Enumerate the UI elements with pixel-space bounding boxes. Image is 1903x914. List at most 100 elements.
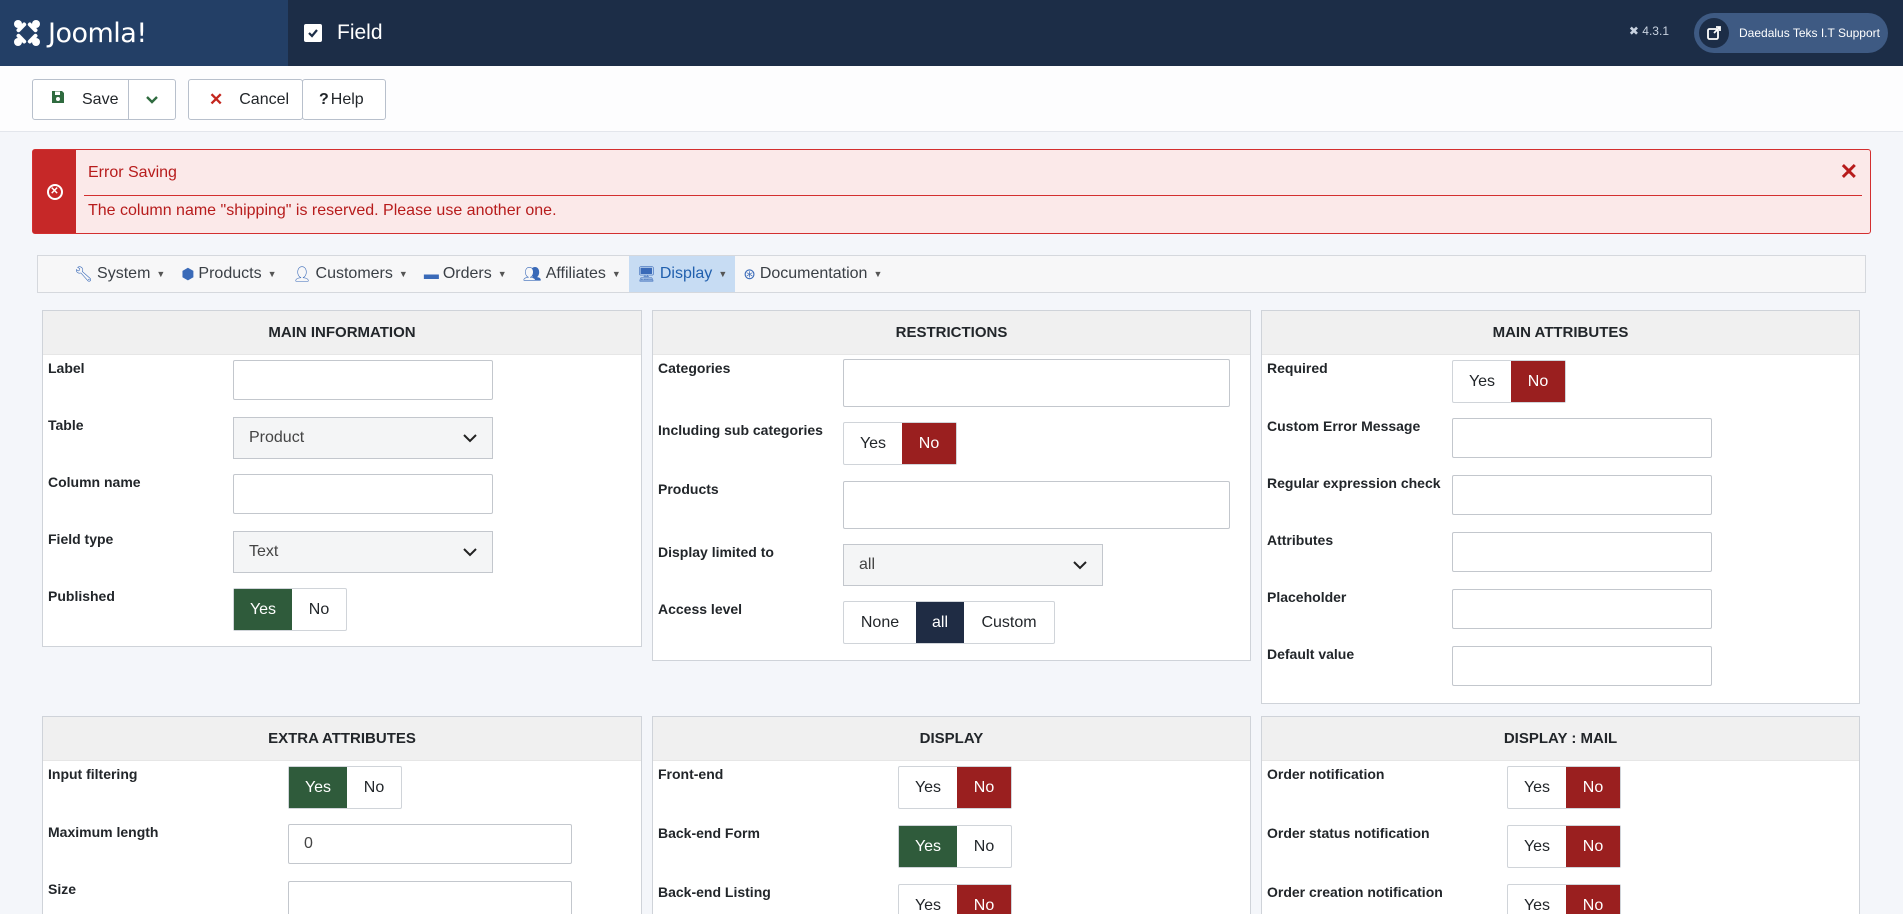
maximum-length-label: Maximum length <box>48 824 159 840</box>
field-type-label: Field type <box>48 531 114 547</box>
products-input[interactable] <box>843 481 1230 529</box>
including-sub-yes[interactable]: Yes <box>844 423 902 464</box>
regex-input[interactable] <box>1452 475 1712 515</box>
backend-form-label: Back-end Form <box>658 825 760 841</box>
user-icon: 👤︎ <box>292 266 312 283</box>
menu-customers-label: Customers <box>315 265 393 282</box>
maximum-length-input[interactable]: 0 <box>288 824 572 864</box>
backend-listing-no[interactable]: No <box>957 885 1011 914</box>
menu-products-label: Products <box>198 265 262 282</box>
front-end-no[interactable]: No <box>957 767 1011 808</box>
input-filtering-toggle: Yes No <box>288 766 402 809</box>
caret-down-icon: ▼ <box>718 269 728 279</box>
access-none[interactable]: None <box>844 602 916 643</box>
save-button[interactable]: Save <box>32 79 129 120</box>
external-link-icon <box>1699 18 1729 48</box>
panel-title: MAIN INFORMATION <box>43 311 641 355</box>
table-select[interactable]: Product <box>233 417 493 459</box>
close-icon: ✕ <box>209 89 224 109</box>
display-limited-value: all <box>859 556 876 573</box>
checkbox-icon <box>304 24 322 42</box>
page-title-text: Field <box>337 21 383 44</box>
default-value-label: Default value <box>1267 646 1355 662</box>
size-input[interactable] <box>288 881 572 914</box>
panel-title: RESTRICTIONS <box>653 311 1250 355</box>
front-end-yes[interactable]: Yes <box>899 767 957 808</box>
menu-documentation-label: Documentation <box>759 265 868 282</box>
panel-title: DISPLAY <box>653 717 1250 761</box>
wrench-icon: 🔧︎ <box>74 266 94 283</box>
display-limited-select[interactable]: all <box>843 544 1103 586</box>
menu-customers[interactable]: 👤︎ Customers ▼ <box>284 256 415 292</box>
order-notification-yes[interactable]: Yes <box>1508 767 1566 808</box>
top-header: Joomla! Field ✖ 4.3.1 Daedalus Teks I.T … <box>0 0 1903 66</box>
table-field-label: Table <box>48 417 84 433</box>
menu-display[interactable]: 🖥︎ Display ▼ <box>628 256 736 292</box>
field-type-select-value: Text <box>249 543 279 560</box>
custom-error-input[interactable] <box>1452 418 1712 458</box>
alert-message: The column name "shipping" is reserved. … <box>88 202 557 219</box>
label-input[interactable] <box>233 360 493 400</box>
including-sub-no[interactable]: No <box>902 423 956 464</box>
regex-label: Regular expression check <box>1267 475 1441 491</box>
backend-form-no[interactable]: No <box>957 826 1011 867</box>
label-field-label: Label <box>48 360 85 376</box>
caret-down-icon: ▼ <box>873 269 883 279</box>
user-menu-button[interactable]: Daedalus Teks I.T Support <box>1694 13 1888 53</box>
access-all[interactable]: all <box>916 602 964 643</box>
access-custom[interactable]: Custom <box>964 602 1054 643</box>
backend-form-toggle: Yes No <box>898 825 1012 868</box>
order-status-notification-toggle: Yes No <box>1507 825 1621 868</box>
display-panel: DISPLAY Front-end Yes No Back-end Form Y… <box>652 716 1251 914</box>
field-type-select[interactable]: Text <box>233 531 493 573</box>
chevron-down-icon <box>448 418 492 458</box>
panel-title: EXTRA ATTRIBUTES <box>43 717 641 761</box>
menu-orders[interactable]: ▬ Orders ▼ <box>416 256 515 292</box>
order-status-yes[interactable]: Yes <box>1508 826 1566 867</box>
access-level-toggle: None all Custom <box>843 601 1055 644</box>
published-yes[interactable]: Yes <box>234 589 292 630</box>
order-notification-no[interactable]: No <box>1566 767 1620 808</box>
custom-error-label: Custom Error Message <box>1267 418 1421 434</box>
menu-system[interactable]: 🔧︎ System ▼ <box>66 256 173 292</box>
order-status-no[interactable]: No <box>1566 826 1620 867</box>
backend-listing-yes[interactable]: Yes <box>899 885 957 914</box>
front-end-label: Front-end <box>658 766 724 782</box>
menu-products[interactable]: ⬢ Products ▼ <box>173 256 284 292</box>
input-filtering-no[interactable]: No <box>347 767 401 808</box>
main-attributes-panel: MAIN ATTRIBUTES Required Yes No Custom E… <box>1261 310 1860 704</box>
backend-form-yes[interactable]: Yes <box>899 826 957 867</box>
cancel-button[interactable]: ✕ Cancel <box>188 79 303 120</box>
required-no[interactable]: No <box>1511 361 1565 402</box>
placeholder-input[interactable] <box>1452 589 1712 629</box>
input-filtering-yes[interactable]: Yes <box>289 767 347 808</box>
products-label: Products <box>658 481 719 497</box>
question-icon: ? <box>319 90 329 108</box>
help-button[interactable]: ? Help <box>302 79 386 120</box>
column-name-input[interactable] <box>233 474 493 514</box>
published-no[interactable]: No <box>292 589 346 630</box>
default-value-input[interactable] <box>1452 646 1712 686</box>
chevron-down-icon <box>1058 545 1102 585</box>
save-options-dropdown[interactable] <box>128 79 176 120</box>
menu-affiliates[interactable]: 👥︎ Affiliates ▼ <box>515 256 629 292</box>
attributes-input[interactable] <box>1452 532 1712 572</box>
panel-title: DISPLAY : MAIL <box>1262 717 1859 761</box>
required-label: Required <box>1267 360 1328 376</box>
caret-down-icon: ▼ <box>267 269 277 279</box>
brand[interactable]: Joomla! <box>0 0 288 66</box>
main-information-panel: MAIN INFORMATION Label Table Product Col… <box>42 310 642 647</box>
menu-documentation[interactable]: ⊛ Documentation ▼ <box>735 256 890 292</box>
caret-down-icon: ▼ <box>156 269 166 279</box>
required-yes[interactable]: Yes <box>1453 361 1511 402</box>
alert-close-icon[interactable]: ✕ <box>1840 159 1858 185</box>
order-creation-no[interactable]: No <box>1566 885 1620 914</box>
size-label: Size <box>48 881 77 897</box>
including-sub-categories-label: Including sub categories <box>658 422 823 438</box>
alert-divider <box>84 195 1862 196</box>
floppy-disk-icon <box>51 90 65 109</box>
extra-attributes-panel: EXTRA ATTRIBUTES Input filtering Yes No … <box>42 716 642 914</box>
order-creation-yes[interactable]: Yes <box>1508 885 1566 914</box>
cubes-icon: ⬢ <box>181 266 195 283</box>
categories-input[interactable] <box>843 359 1230 407</box>
